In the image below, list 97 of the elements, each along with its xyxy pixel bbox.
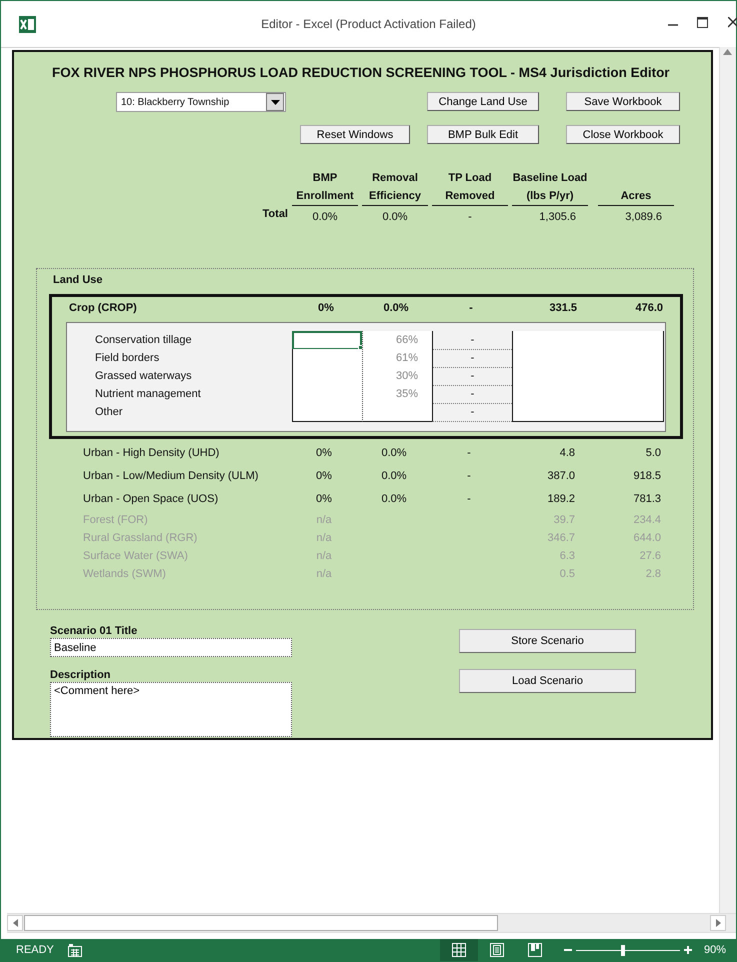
jurisdiction-dropdown[interactable]: 10: Blackberry Township bbox=[116, 92, 286, 112]
table-cell-text: 0.0% bbox=[382, 301, 410, 316]
table-cell-text: 189.2 bbox=[546, 492, 576, 507]
excel-icon bbox=[19, 16, 36, 32]
efficiency-cell: 35% bbox=[362, 385, 432, 404]
table-cell-text: - bbox=[466, 446, 472, 461]
bmp-name: Conservation tillage bbox=[94, 333, 193, 348]
window-title: Editor - Excel (Product Activation Failed) bbox=[261, 17, 476, 31]
maximize-icon[interactable] bbox=[697, 17, 708, 28]
zoom-in-icon[interactable] bbox=[684, 946, 692, 954]
view-button[interactable] bbox=[440, 939, 478, 961]
close-icon[interactable] bbox=[728, 17, 737, 28]
table-cell-text: 346.7 bbox=[546, 531, 576, 546]
description-field[interactable]: <Comment here> bbox=[50, 682, 292, 737]
table-cell-text: - bbox=[466, 492, 472, 507]
bmp-bulk-edit-button[interactable]: BMP Bulk Edit bbox=[427, 125, 539, 144]
bmp-name: Grassed waterways bbox=[94, 369, 193, 384]
calculator-icon[interactable] bbox=[68, 944, 82, 956]
table-cell-text: n/a bbox=[315, 549, 333, 564]
land-use-name: Forest (FOR) bbox=[82, 513, 149, 528]
table-cell-text: n/a bbox=[315, 567, 333, 582]
land-use-name: Rural Grassland (RGR) bbox=[82, 531, 198, 546]
table-cell-text: 6.3 bbox=[558, 549, 576, 564]
scroll-right-icon[interactable] bbox=[716, 919, 720, 927]
enrollment-input[interactable] bbox=[292, 349, 362, 368]
change-land-use-button[interactable]: Change Land Use bbox=[427, 92, 539, 111]
enrollment-input[interactable] bbox=[292, 331, 362, 350]
efficiency-cell bbox=[362, 403, 432, 422]
bmp-name: Nutrient management bbox=[94, 387, 202, 402]
land-use-name: Wetlands (SWM) bbox=[82, 567, 167, 582]
land-use-name: Urban - High Density (UHD) bbox=[82, 446, 220, 461]
table-cell-text: 476.0 bbox=[634, 301, 664, 316]
reset-windows-button[interactable]: Reset Windows bbox=[300, 125, 410, 144]
table-cell-text: 781.3 bbox=[632, 492, 662, 507]
tool-title: FOX RIVER NPS PHOSPHORUS LOAD REDUCTION SCREENING TOOL - MS4 Jurisdiction Editor bbox=[52, 65, 671, 80]
enrollment-input[interactable] bbox=[292, 403, 362, 422]
table-cell-text: 0% bbox=[317, 301, 335, 316]
table-cell-text: 234.4 bbox=[632, 513, 662, 528]
efficiency-cell: 66% bbox=[362, 331, 432, 350]
table-cell-text: n/a bbox=[315, 531, 333, 546]
dropdown-arrow-icon bbox=[270, 100, 280, 104]
land-use-name: Crop (CROP) bbox=[68, 301, 138, 316]
save-workbook-button[interactable]: Save Workbook bbox=[566, 92, 680, 111]
table-cell-text: 387.0 bbox=[546, 469, 576, 484]
table-cell-text: 0% bbox=[315, 492, 333, 507]
store-scenario-button[interactable]: Store Scenario bbox=[459, 629, 636, 653]
table-cell-text: 644.0 bbox=[632, 531, 662, 546]
table-cell-text: 918.5 bbox=[632, 469, 662, 484]
field-label: Scenario 01 Title bbox=[50, 624, 138, 638]
total-label: Total bbox=[262, 208, 289, 222]
land-use-name: Surface Water (SWA) bbox=[82, 549, 189, 564]
table-cell-text: 0.0% bbox=[380, 469, 408, 484]
scroll-left-icon[interactable] bbox=[12, 919, 18, 927]
efficiency-cell: 61% bbox=[362, 349, 432, 368]
table-cell-text: 0.0% bbox=[380, 446, 408, 461]
table-cell-text: 0% bbox=[315, 446, 333, 461]
scenario-title-field[interactable]: Baseline bbox=[50, 638, 292, 657]
bmp-name: Other bbox=[94, 405, 124, 420]
total-cell-text: 0.0% bbox=[381, 210, 409, 225]
table-cell-text: 0% bbox=[315, 469, 333, 484]
bmp-name: Field borders bbox=[94, 351, 160, 366]
total-cell-text: - bbox=[467, 210, 473, 225]
table-cell-text: - bbox=[466, 469, 472, 484]
page-layout-icon bbox=[490, 943, 504, 957]
table-cell-text: 0.5 bbox=[558, 567, 576, 582]
land-use-name: Urban - Low/Medium Density (ULM) bbox=[82, 469, 260, 484]
efficiency-cell: 30% bbox=[362, 367, 432, 386]
group-label: Land Use bbox=[53, 273, 104, 287]
total-cell-text: 3,089.6 bbox=[624, 210, 663, 225]
column-header: TP Load Removed bbox=[432, 169, 508, 206]
page-break-icon bbox=[528, 943, 542, 957]
column-header: BMP Enrollment bbox=[292, 169, 358, 206]
table-cell-text: - bbox=[468, 301, 474, 316]
normal-view-icon bbox=[452, 943, 466, 957]
table-cell-text: 2.8 bbox=[644, 567, 662, 582]
zoom-level[interactable]: 90% bbox=[704, 944, 726, 956]
status-text: READY bbox=[16, 944, 55, 956]
table-cell-text: 331.5 bbox=[548, 301, 578, 316]
column-header: Removal Efficiency bbox=[362, 169, 428, 206]
table-cell-text: n/a bbox=[315, 513, 333, 528]
field-label: Description bbox=[50, 668, 112, 682]
table-cell-text: 0.0% bbox=[380, 492, 408, 507]
notes-cell[interactable] bbox=[512, 331, 664, 350]
table-cell-text: 5.0 bbox=[644, 446, 662, 461]
column-header: Baseline Load (lbs P/yr) bbox=[512, 169, 588, 206]
total-cell-text: 0.0% bbox=[311, 210, 339, 225]
total-cell-text: 1,305.6 bbox=[538, 210, 577, 225]
column-header: Acres bbox=[598, 187, 674, 206]
table-cell-text: 27.6 bbox=[638, 549, 662, 564]
table-cell-text: 39.7 bbox=[552, 513, 576, 528]
table-cell-text: 4.8 bbox=[558, 446, 576, 461]
land-use-name: Urban - Open Space (UOS) bbox=[82, 492, 220, 507]
load-scenario-button[interactable]: Load Scenario bbox=[459, 669, 636, 693]
zoom-out-icon[interactable] bbox=[564, 946, 572, 954]
notes-cell[interactable] bbox=[512, 403, 664, 422]
scroll-up-icon[interactable] bbox=[723, 49, 732, 55]
close-workbook-button[interactable]: Close Workbook bbox=[566, 125, 680, 144]
